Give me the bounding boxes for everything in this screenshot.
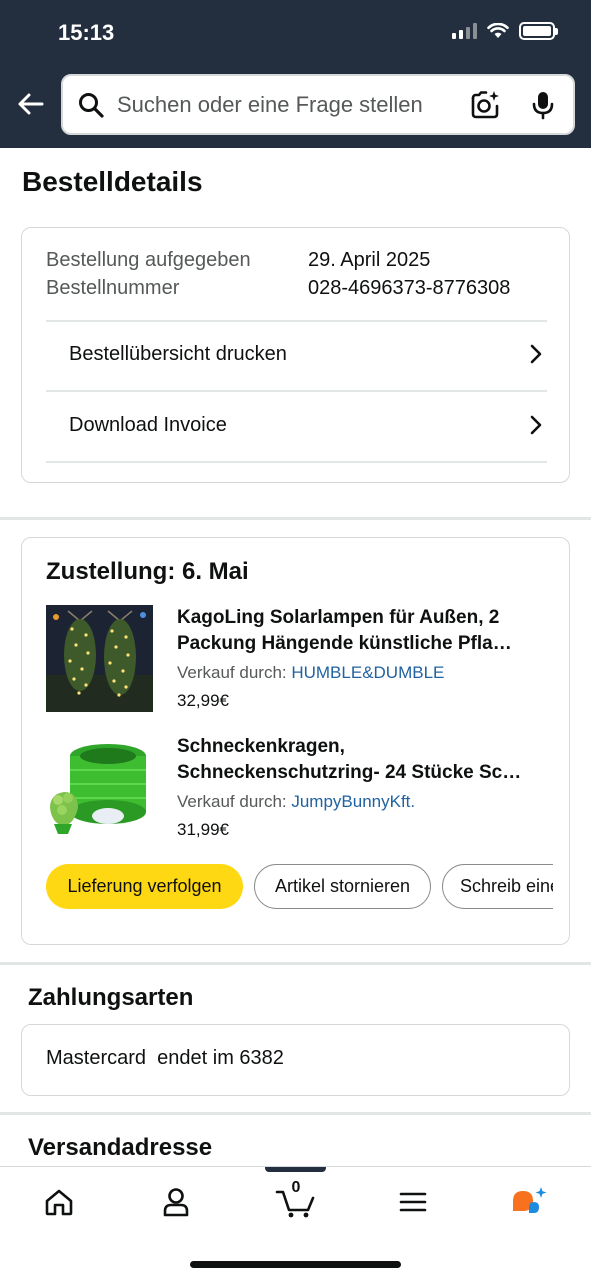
shipping-address-title: Versandadresse xyxy=(28,1134,213,1161)
print-order-summary-label: Bestellübersicht drucken xyxy=(69,342,287,365)
product-price: 32,99€ xyxy=(177,691,229,710)
delivery-date-title: Zustellung: 6. Mai xyxy=(46,558,249,585)
search-input[interactable]: Suchen oder eine Frage stellen xyxy=(61,74,575,135)
cancel-items-button[interactable]: Artikel stornieren xyxy=(254,864,431,909)
payment-method-card: Mastercard endet im 6382 xyxy=(21,1024,570,1096)
product-item[interactable]: Schneckenkragen, Schneckenschutzring- 24… xyxy=(46,734,556,844)
nav-cart[interactable]: 0 xyxy=(271,1179,321,1219)
rufus-assistant-icon xyxy=(513,1187,547,1213)
search-placeholder: Suchen oder eine Frage stellen xyxy=(117,91,423,117)
nav-home[interactable] xyxy=(39,1185,79,1219)
order-placed-value: 29. April 2025 xyxy=(308,249,431,271)
product-title-line: Schneckenschutzring- 24 Stücke Sc… xyxy=(177,762,522,783)
product-title-line: Packung Hängende künstliche Pfla… xyxy=(177,633,512,654)
status-icons xyxy=(452,22,558,40)
back-arrow-icon[interactable] xyxy=(14,88,46,120)
home-indicator xyxy=(190,1261,401,1268)
cart-count: 0 xyxy=(291,1179,301,1196)
order-placed-label: Bestellung aufgegeben xyxy=(46,249,251,271)
user-icon xyxy=(163,1188,189,1217)
section-separator xyxy=(0,517,591,520)
seller-label: Verkauf durch: xyxy=(177,663,292,682)
product-price: 31,99€ xyxy=(177,820,229,839)
seller-link[interactable]: HUMBLE&DUMBLE xyxy=(291,663,444,682)
download-invoice-link[interactable]: Download Invoice xyxy=(46,390,547,460)
section-separator xyxy=(0,962,591,965)
product-title[interactable]: KagoLing Solarlampen für Außen, 2 Packun… xyxy=(177,605,552,657)
seller-link[interactable]: JumpyBunnyKft. xyxy=(291,792,415,811)
seller-label: Verkauf durch: xyxy=(177,792,292,811)
nav-account[interactable] xyxy=(156,1185,196,1219)
print-order-summary-link[interactable]: Bestellübersicht drucken xyxy=(46,319,547,389)
product-item[interactable]: KagoLing Solarlampen für Außen, 2 Packun… xyxy=(46,605,556,715)
nav-menu[interactable] xyxy=(393,1185,433,1219)
payment-methods-title: Zahlungsarten xyxy=(28,984,194,1011)
order-info-card: Bestellung aufgegeben 29. April 2025 Bes… xyxy=(21,227,570,483)
cellular-signal-icon xyxy=(452,23,477,39)
order-number-label: Bestellnummer xyxy=(46,277,180,299)
track-delivery-button[interactable]: Lieferung verfolgen xyxy=(46,864,243,909)
status-time: 15:13 xyxy=(58,20,115,45)
chevron-right-icon xyxy=(530,415,542,435)
divider xyxy=(46,461,547,463)
payment-method-text: Mastercard endet im 6382 xyxy=(46,1047,284,1069)
active-tab-indicator xyxy=(265,1167,326,1172)
product-image-snail-collars[interactable] xyxy=(46,734,153,841)
download-invoice-label: Download Invoice xyxy=(69,413,227,436)
home-icon xyxy=(45,1189,73,1216)
write-review-button[interactable]: Schreib eine xyxy=(442,864,553,909)
action-buttons-row[interactable]: Lieferung verfolgen Artikel stornieren S… xyxy=(46,864,553,910)
product-image-solar-lamps[interactable] xyxy=(46,605,153,712)
chevron-right-icon xyxy=(530,344,542,364)
app-header: 15:13 Suchen oder eine Frage stellen xyxy=(0,0,591,148)
product-title[interactable]: Schneckenkragen, Schneckenschutzring- 24… xyxy=(177,734,552,786)
order-number-value: 028-4696373-8776308 xyxy=(308,277,511,299)
delivery-card: Zustellung: 6. Mai KagoLing Solarlampen … xyxy=(21,537,570,945)
wifi-icon xyxy=(487,23,509,38)
section-separator xyxy=(0,1112,591,1115)
product-seller: Verkauf durch: HUMBLE&DUMBLE xyxy=(177,663,444,683)
camera-lens-icon[interactable] xyxy=(469,89,501,121)
product-seller: Verkauf durch: JumpyBunnyKft. xyxy=(177,792,415,812)
nav-assistant[interactable] xyxy=(509,1185,549,1219)
microphone-icon[interactable] xyxy=(529,90,557,120)
product-title-line: Schneckenkragen, xyxy=(177,736,345,757)
battery-icon xyxy=(519,22,558,40)
product-title-line: KagoLing Solarlampen für Außen, 2 xyxy=(177,607,500,628)
search-icon xyxy=(79,92,104,118)
page-title: Bestelldetails xyxy=(22,166,203,197)
menu-icon xyxy=(399,1192,427,1212)
